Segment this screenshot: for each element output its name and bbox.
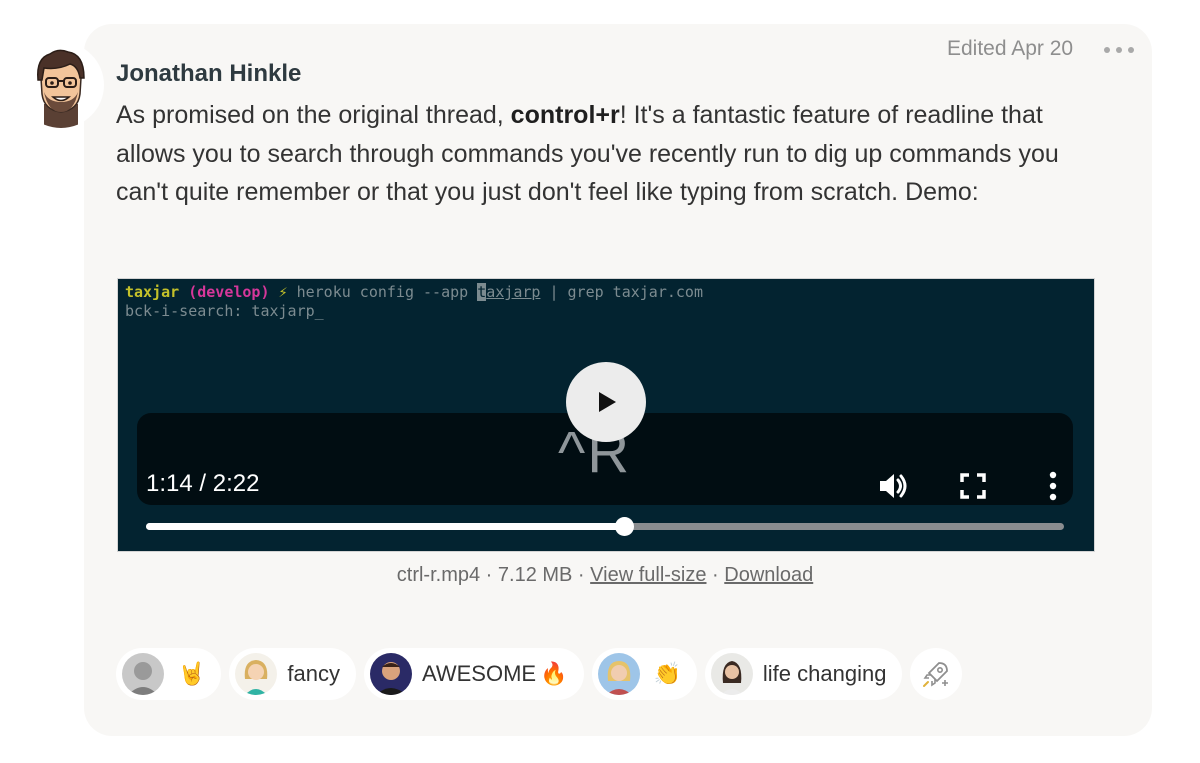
reaction-label: fancy <box>287 661 340 686</box>
terminal-bolt-icon: ⚡ <box>278 283 288 301</box>
terminal-frame: taxjar (develop) ⚡ heroku config --app t… <box>125 283 703 321</box>
terminal-branch: (develop) <box>188 283 270 301</box>
terminal-dir: taxjar <box>125 283 180 301</box>
attachment-size: 7.12 MB <box>497 564 573 586</box>
attachment-sep: · <box>572 564 591 586</box>
terminal-cmd-before: heroku config --app <box>287 283 478 301</box>
video-time: 1:14 / 2:22 <box>146 470 260 497</box>
rock-on-emoji: 🤘 <box>178 661 206 686</box>
video-more-vertical-icon[interactable] <box>1036 469 1070 503</box>
message-body: As promised on the original thread, cont… <box>116 96 1106 212</box>
download-link[interactable]: Download <box>724 564 813 586</box>
video-progress-bar[interactable] <box>146 517 1064 536</box>
video-progress-handle[interactable] <box>615 517 635 536</box>
video-player[interactable]: taxjar (develop) ⚡ heroku config --app t… <box>117 278 1095 552</box>
more-options-icon[interactable] <box>1104 40 1134 60</box>
reaction-life-changing[interactable]: life changing <box>704 648 903 700</box>
attachment-sep: · <box>480 564 498 586</box>
reaction-label: AWESOME <box>422 661 537 686</box>
terminal-cmd-highlight: t <box>477 283 487 301</box>
view-full-size-link[interactable]: View full-size <box>590 564 706 586</box>
reactor-avatar <box>370 653 412 695</box>
reaction-fancy[interactable]: fancy <box>229 648 356 700</box>
fullscreen-icon[interactable] <box>956 469 990 503</box>
rocket-icon <box>923 662 949 687</box>
volume-icon[interactable] <box>876 469 910 503</box>
reactor-avatar <box>597 653 640 695</box>
message-text-1: As promised on the original thread, <box>116 101 511 129</box>
reaction-clap[interactable]: 👏 <box>591 648 697 700</box>
reactor-avatar <box>710 653 753 695</box>
reactions-row: 🤘 fancy AWESOME 🔥 👏 life changing <box>116 648 963 700</box>
play-button[interactable] <box>566 362 646 442</box>
reaction-awesome[interactable]: AWESOME 🔥 <box>364 648 584 700</box>
clap-emoji: 👏 <box>653 661 681 686</box>
reaction-rock-on[interactable]: 🤘 <box>116 648 222 700</box>
edited-timestamp: Edited Apr 20 <box>947 37 1074 60</box>
add-reaction-button[interactable] <box>910 648 963 700</box>
attachment-sep: · <box>706 564 725 586</box>
attachment-filename: ctrl-r.mp4 <box>396 564 481 586</box>
fire-emoji: 🔥 <box>540 661 568 686</box>
reaction-label: life changing <box>762 661 887 686</box>
attachment-info: ctrl-r.mp4 · 7.12 MB · View full-size · … <box>117 564 1093 587</box>
author-avatar[interactable] <box>18 42 104 128</box>
reactor-avatar <box>235 653 278 695</box>
terminal-cmd-after: | grep taxjar.com <box>540 283 703 301</box>
message-text-bold: control+r <box>510 101 620 129</box>
reactor-avatar <box>122 653 164 695</box>
terminal-search-line: bck-i-search: taxjarp_ <box>125 302 324 320</box>
video-progress-fill <box>146 523 625 530</box>
author-name[interactable]: Jonathan Hinkle <box>116 60 301 88</box>
terminal-cmd-underline: axjarp <box>486 283 541 301</box>
